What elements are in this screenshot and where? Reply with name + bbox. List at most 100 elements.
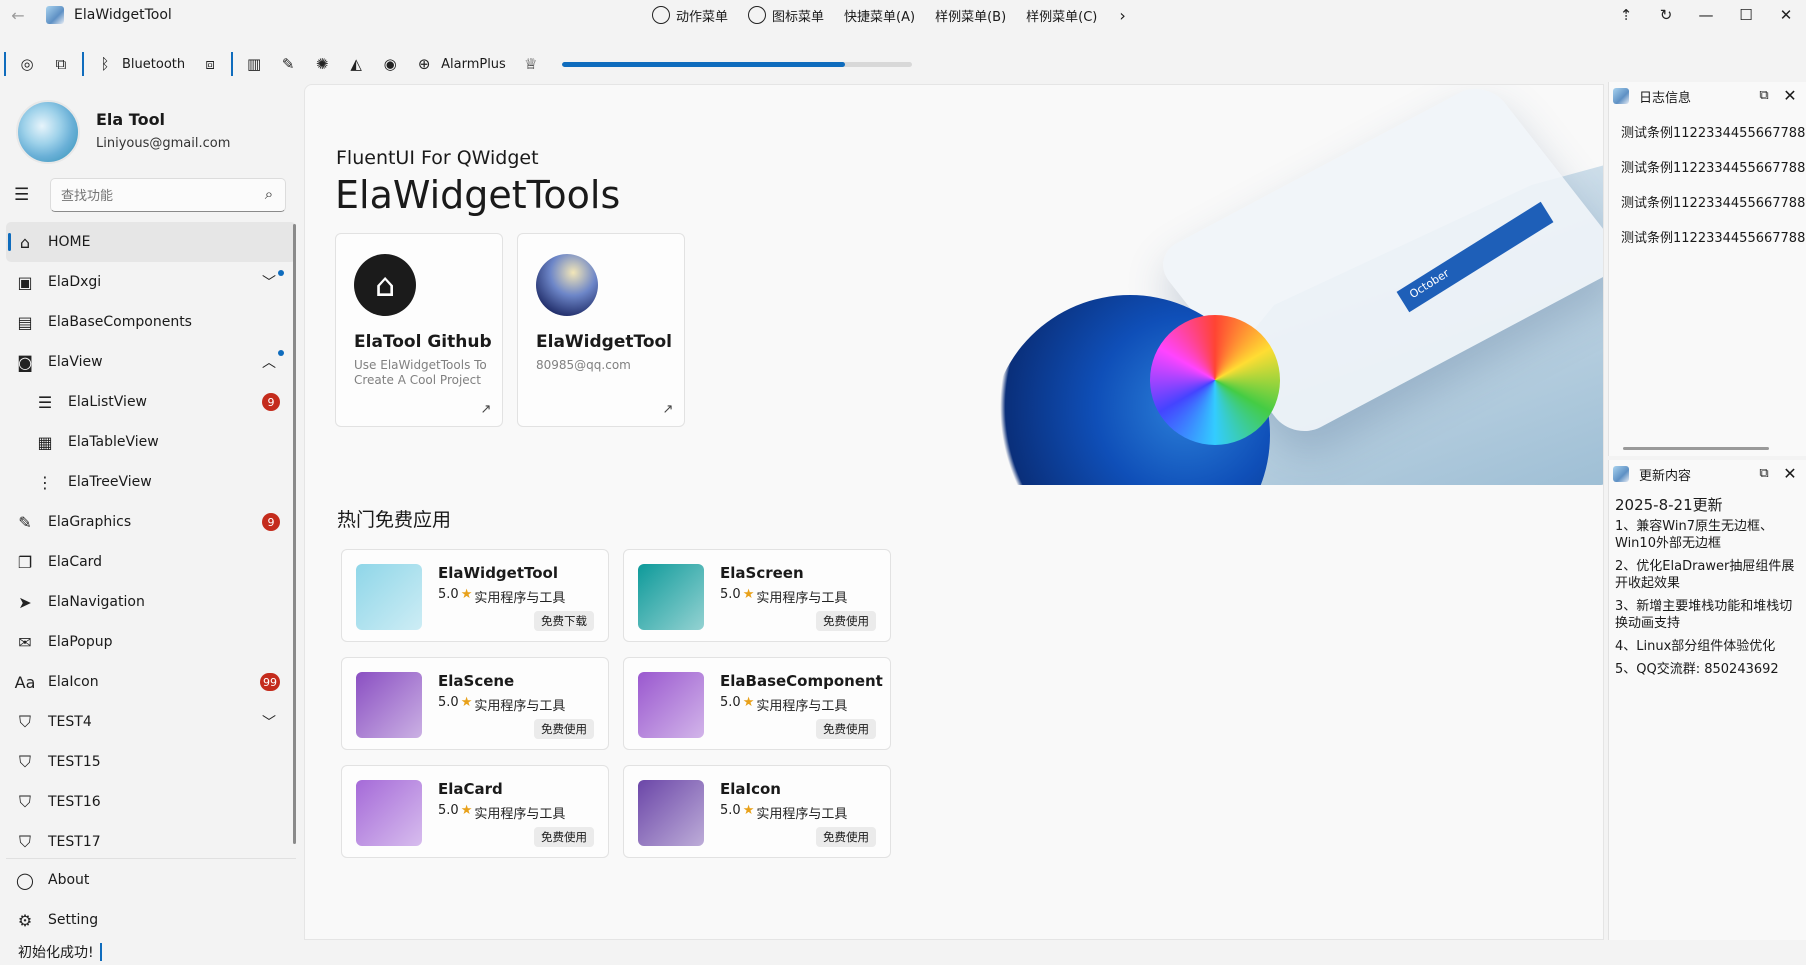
tool-bluetooth[interactable]: ᛒ Bluetooth	[88, 49, 193, 79]
app-card[interactable]: ElaScene 5.0 ★ 实用程序与工具 免费使用	[341, 657, 609, 750]
close-icon[interactable]: ✕	[1782, 464, 1798, 483]
theme-button[interactable]: ↻	[1646, 0, 1686, 30]
get-app-button[interactable]: 免费使用	[816, 827, 876, 847]
search-box[interactable]: ⌕	[50, 178, 286, 212]
log-scrollbar[interactable]	[1623, 447, 1769, 450]
float-window-icon[interactable]: ⧉	[1756, 466, 1772, 482]
app-name: ElaScene	[438, 672, 515, 690]
menu-action[interactable]: 动作菜单	[650, 4, 730, 27]
chevron-down-icon[interactable]: ﹀	[260, 272, 278, 291]
menu-shortcut[interactable]: 快捷菜单(A)	[842, 4, 917, 27]
home-page: October FluentUI For QWidget ElaWidgetTo…	[304, 84, 1604, 940]
sidebar-item-elaview[interactable]: ◙ ElaView ︿	[6, 342, 296, 382]
menu-more-chevron-icon[interactable]: ›	[1115, 6, 1129, 25]
sidebar-item-test16[interactable]: ⛉ TEST16	[6, 782, 296, 822]
sidebar-item-elanavigation[interactable]: ➤ ElaNavigation	[6, 582, 296, 622]
menu-toggle-icon[interactable]: ☰	[14, 186, 32, 204]
notification-dot	[278, 350, 284, 356]
app-name: ElaIcon	[720, 780, 781, 798]
sidebar-item-label: About	[48, 872, 90, 888]
minimize-button[interactable]: —	[1686, 0, 1726, 30]
sidebar-item-setting[interactable]: ⚙ Setting	[6, 900, 296, 940]
coins-icon: ◉	[383, 55, 397, 73]
sidebar-item-test15[interactable]: ⛉ TEST15	[6, 742, 296, 782]
minimize-icon: —	[1698, 6, 1714, 24]
count-badge: 9	[262, 393, 280, 411]
sidebar-item-elatableview[interactable]: ▦ ElaTableView	[6, 422, 296, 462]
get-app-button[interactable]: 免费使用	[534, 827, 594, 847]
search-icon[interactable]: ⌕	[259, 185, 279, 205]
sidebar-item-home[interactable]: ⌂ HOME	[6, 222, 296, 262]
float-window-icon[interactable]: ⧉	[1756, 88, 1772, 104]
search-input[interactable]	[61, 185, 251, 207]
app-rating: 5.0 ★ 实用程序与工具	[720, 695, 847, 714]
get-app-button[interactable]: 免费使用	[816, 611, 876, 631]
sidebar-item-eladxgi[interactable]: ▣ ElaDxgi ﹀	[6, 262, 296, 302]
table-icon: ▦	[37, 432, 53, 452]
get-app-button[interactable]: 免费下载	[534, 611, 594, 631]
sidebar: Ela Tool Liniyous@gmail.com ☰ ⌕ ⌂ HOME ▣ El…	[0, 84, 300, 934]
speaker-screen-icon	[638, 564, 704, 630]
sidebar-item-test4[interactable]: ⛉ TEST4 ﹀	[6, 702, 296, 742]
app-name: ElaWidgetTool	[438, 564, 559, 582]
pin-button[interactable]: ⇡	[1606, 0, 1646, 30]
app-card[interactable]: ElaIcon 5.0 ★ 实用程序与工具 免费使用	[623, 765, 891, 858]
github-card[interactable]: ⌂ ElaTool Github Use ElaWidgetTools To C…	[335, 233, 503, 427]
sidebar-item-label: ElaTreeView	[68, 474, 152, 490]
get-app-button[interactable]: 免费使用	[534, 719, 594, 739]
sidebar-item-elapopup[interactable]: ✉ ElaPopup	[6, 622, 296, 662]
external-link-icon[interactable]: ↗	[660, 402, 676, 418]
sidebar-item-elalistview[interactable]: ☰ ElaListView 9	[6, 382, 296, 422]
tree-icon: ⋮	[37, 472, 53, 492]
tool-copy[interactable]: ⧈	[193, 49, 227, 79]
app-card[interactable]: ElaWidgetTool 5.0 ★ 实用程序与工具 免费下载	[341, 549, 609, 642]
sidebar-item-label: ElaTableView	[68, 434, 159, 450]
ela-widget-card[interactable]: ElaWidgetTool 80985@qq.com ↗	[517, 233, 685, 427]
tool-aperture[interactable]: ✺	[305, 49, 339, 79]
sidebar-item-test17[interactable]: ⛉ TEST17	[6, 822, 296, 862]
sidebar-item-elacard[interactable]: ❐ ElaCard	[6, 542, 296, 582]
shield-icon: ⛉	[18, 752, 31, 771]
back-button[interactable]: ←	[0, 0, 36, 30]
close-button[interactable]: ✕	[1766, 0, 1806, 30]
sidebar-item-elatreeview[interactable]: ⋮ ElaTreeView	[6, 462, 296, 502]
menu-sample-c[interactable]: 样例菜单(C)	[1024, 4, 1099, 27]
get-app-button[interactable]: 免费使用	[816, 719, 876, 739]
hero-illustration: October	[870, 85, 1603, 485]
sidebar-item-elagraphics[interactable]: ✎ ElaGraphics 9	[6, 502, 296, 542]
star-icon: ★	[460, 695, 473, 710]
tool-check[interactable]: ◎	[10, 49, 44, 79]
app-card[interactable]: ElaBaseComponent 5.0 ★ 实用程序与工具 免费使用	[623, 657, 891, 750]
menu-sample-b[interactable]: 样例菜单(B)	[933, 4, 1008, 27]
toolbar-separator	[82, 52, 84, 76]
maximize-button[interactable]: ☐	[1726, 0, 1766, 30]
app-card[interactable]: ElaCard 5.0 ★ 实用程序与工具 免费使用	[341, 765, 609, 858]
tool-edit[interactable]: ✎	[271, 49, 305, 79]
app-card[interactable]: ElaScreen 5.0 ★ 实用程序与工具 免费使用	[623, 549, 891, 642]
close-icon[interactable]: ✕	[1782, 86, 1798, 105]
bar-chart-icon: ▥	[247, 55, 262, 73]
user-card[interactable]: Ela Tool Liniyous@gmail.com	[16, 100, 296, 170]
log-panel: 日志信息 ⧉ ✕ 测试条例11223344556677889 测试条例112233…	[1608, 82, 1806, 456]
sidebar-item-about[interactable]: ◯ About	[6, 860, 296, 900]
update-panel: 更新内容 ⧉ ✕ 2025-8-21更新 1、兼容Win7原生无边框、Win10…	[1608, 460, 1806, 940]
tool-bar-chart[interactable]: ▥	[237, 49, 271, 79]
sidebar-item-elaicon[interactable]: Aa ElaIcon 99	[6, 662, 296, 702]
tool-area-chart[interactable]: ◭	[339, 49, 373, 79]
sidebar-item-elabasecomponents[interactable]: ▤ ElaBaseComponents	[6, 302, 296, 342]
avatar-icon	[536, 254, 598, 316]
area-chart-icon: ◭	[350, 55, 362, 73]
menu-icon[interactable]: 图标菜单	[746, 4, 826, 27]
tool-crown[interactable]: ♕	[514, 49, 548, 79]
aperture-icon	[748, 6, 767, 24]
external-link-icon[interactable]: ↗	[478, 402, 494, 418]
person-icon: ◯	[16, 870, 34, 890]
palette-icon: ✎	[281, 55, 295, 73]
chevron-up-icon[interactable]: ︿	[260, 352, 278, 371]
tool-chart[interactable]: ⧉	[44, 49, 78, 79]
tool-alarm[interactable]: ⊕ AlarmPlus	[407, 49, 514, 79]
sidebar-scrollbar[interactable]	[293, 224, 296, 844]
tool-coins[interactable]: ◉	[373, 49, 407, 79]
chevron-down-icon[interactable]: ﹀	[260, 712, 278, 731]
title-bar: ← ElaWidgetTool 动作菜单 图标菜单 快捷菜单(A) 样例菜单(B…	[0, 0, 1806, 30]
